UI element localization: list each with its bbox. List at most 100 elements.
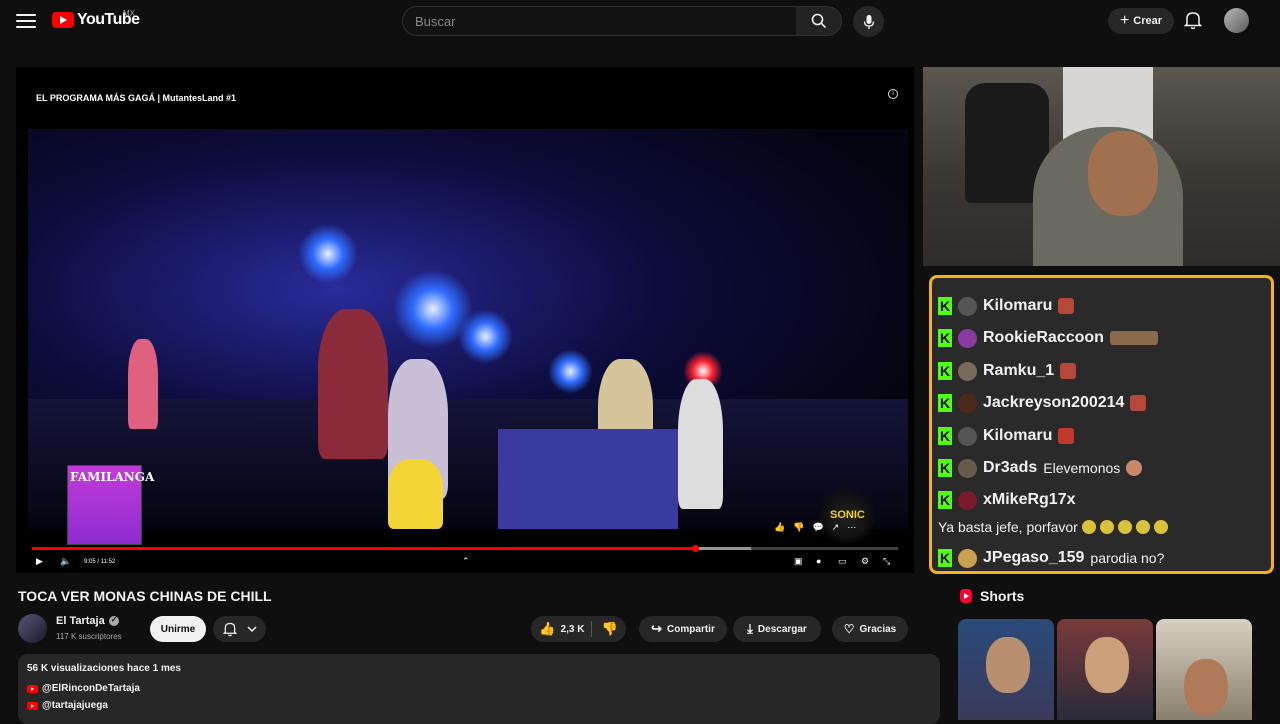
- plus-icon: +: [1119, 12, 1130, 29]
- chat-username: Ramku_1: [983, 362, 1055, 379]
- kick-badge-icon: K: [938, 297, 952, 315]
- chevron-up-icon[interactable]: ⌃: [462, 556, 470, 567]
- chat-message: K Ramku_1: [938, 359, 1077, 383]
- join-button[interactable]: Unirme: [150, 616, 206, 642]
- webcam-feed: [923, 67, 1280, 266]
- emote-icon: [1109, 331, 1158, 345]
- create-button[interactable]: + Crear: [1108, 8, 1174, 34]
- fullscreen-exit-icon[interactable]: ⤡: [883, 556, 890, 567]
- search-box: [402, 6, 797, 36]
- search-input[interactable]: [415, 13, 784, 29]
- kick-badge-icon: K: [938, 549, 952, 567]
- chat-text: Elevemonos: [1043, 460, 1121, 476]
- user-avatar: [958, 328, 977, 348]
- user-avatar: [958, 490, 977, 510]
- video-overlay-title[interactable]: EL PROGRAMA MÁS GAGÁ | MutantesLand #1: [36, 93, 236, 103]
- dislike-button[interactable]: 👎: [597, 621, 617, 637]
- chat-message: K JPegaso_159 parodia no?: [938, 546, 1164, 570]
- channel-name-link[interactable]: El Tartaja: [56, 615, 119, 627]
- thanks-button[interactable]: ♡ Gracias: [832, 616, 908, 642]
- bell-icon: [1183, 12, 1203, 30]
- youtube-icon: [27, 684, 38, 693]
- info-icon[interactable]: i: [888, 89, 898, 99]
- link-text: @tartajajuega: [42, 700, 108, 711]
- search-button[interactable]: [796, 6, 842, 36]
- user-avatar: [958, 361, 977, 381]
- share-icon[interactable]: ↗: [832, 522, 840, 533]
- emote-icon: [1153, 520, 1168, 534]
- voice-search-button[interactable]: [853, 6, 884, 37]
- chevron-down-icon: [246, 626, 257, 633]
- player-controls: ▶ 🔈 9:05 / 11:52 ⌃ ▣ ● ▭ ⚙ ⤡: [16, 553, 914, 573]
- youtube-play-icon: [52, 12, 74, 28]
- heart-icon: ♡: [843, 622, 855, 636]
- captions-icon[interactable]: ▭: [838, 556, 847, 567]
- emote-icon: [1130, 395, 1147, 411]
- youtube-logo[interactable]: YouTube MX: [52, 9, 140, 29]
- like-count: 2,3 K: [560, 623, 585, 635]
- chat-text: parodia no?: [1090, 550, 1165, 566]
- menu-icon[interactable]: [16, 12, 36, 30]
- download-button[interactable]: ⤓ Descargar: [733, 616, 821, 642]
- user-avatar: [958, 458, 977, 478]
- kick-badge-icon: K: [938, 459, 952, 477]
- emote-icon: [1117, 520, 1132, 534]
- chat-username: Kilomaru: [983, 427, 1053, 444]
- account-avatar[interactable]: [1224, 8, 1249, 33]
- like-icon[interactable]: 👍: [774, 522, 785, 533]
- country-code: MX: [123, 9, 135, 18]
- short-thumbnail[interactable]: [1057, 619, 1153, 720]
- shorts-label: Shorts: [980, 588, 1025, 604]
- user-avatar: [958, 426, 977, 446]
- kick-badge-icon: K: [938, 362, 952, 380]
- description-box[interactable]: 56 K visualizaciones hace 1 mes @ElRinco…: [18, 654, 940, 724]
- dislike-icon[interactable]: 👎: [793, 522, 804, 533]
- thumbs-down-icon: 👎: [601, 621, 618, 636]
- video-title: TOCA VER MONAS CHINAS DE CHILL: [18, 588, 272, 604]
- volume-icon[interactable]: 🔈: [60, 556, 71, 567]
- description-link[interactable]: @tartajajuega: [27, 700, 108, 711]
- video-frame: [28, 129, 908, 529]
- share-button[interactable]: ↪ Compartir: [639, 616, 727, 642]
- channel-name: El Tartaja: [56, 615, 105, 627]
- emote-icon: [1058, 298, 1075, 314]
- chat-message: K Jackreyson200214: [938, 391, 1147, 415]
- play-icon[interactable]: ▶: [36, 556, 43, 567]
- create-label: Crear: [1133, 15, 1163, 27]
- like-dislike-group: 👍 2,3 K 👎: [531, 616, 626, 642]
- shorts-icon: [960, 589, 972, 603]
- notifications-button[interactable]: [1183, 10, 1203, 35]
- kick-badge-icon: K: [938, 394, 952, 412]
- more-icon[interactable]: ⋯: [847, 522, 856, 533]
- chat-username: xMikeRg17x: [983, 491, 1076, 508]
- user-avatar: [958, 393, 977, 413]
- subscription-bell-button[interactable]: [213, 616, 266, 642]
- microphone-icon: [863, 14, 874, 29]
- chat-username: RookieRaccoon: [983, 329, 1104, 346]
- progress-bar[interactable]: [32, 545, 898, 552]
- chat-message: K Kilomaru: [938, 424, 1075, 448]
- like-button[interactable]: 👍 2,3 K: [539, 621, 593, 637]
- comment-icon[interactable]: 💬: [812, 522, 823, 533]
- autoplay-icon[interactable]: ●: [816, 556, 821, 566]
- user-avatar: [958, 296, 977, 316]
- album-cover-text: FAMILANGA: [70, 470, 155, 484]
- time-display: 9:05 / 11:52: [84, 559, 116, 565]
- chat-text: Ya basta jefe, porfavor: [938, 519, 1078, 535]
- emote-icon: [1126, 460, 1143, 476]
- subtitles-icon[interactable]: ▣: [794, 556, 803, 567]
- chat-username: Kilomaru: [983, 297, 1053, 314]
- kick-badge-icon: K: [938, 329, 952, 347]
- short-thumbnail[interactable]: [1156, 619, 1252, 720]
- download-icon: ⤓: [747, 621, 753, 636]
- chat-message: Ya basta jefe, porfavor: [938, 519, 1168, 535]
- channel-avatar[interactable]: [18, 614, 47, 643]
- chat-username: JPegaso_159: [983, 549, 1085, 566]
- short-thumbnail[interactable]: [958, 619, 1054, 720]
- chat-username: Dr3ads: [983, 459, 1038, 476]
- settings-icon[interactable]: ⚙: [861, 556, 869, 567]
- progress-scrubber[interactable]: [691, 545, 699, 552]
- video-player[interactable]: EL PROGRAMA MÁS GAGÁ | MutantesLand #1 i…: [16, 67, 914, 573]
- download-label: Descargar: [757, 623, 807, 635]
- description-link[interactable]: @ElRinconDeTartaja: [27, 683, 140, 694]
